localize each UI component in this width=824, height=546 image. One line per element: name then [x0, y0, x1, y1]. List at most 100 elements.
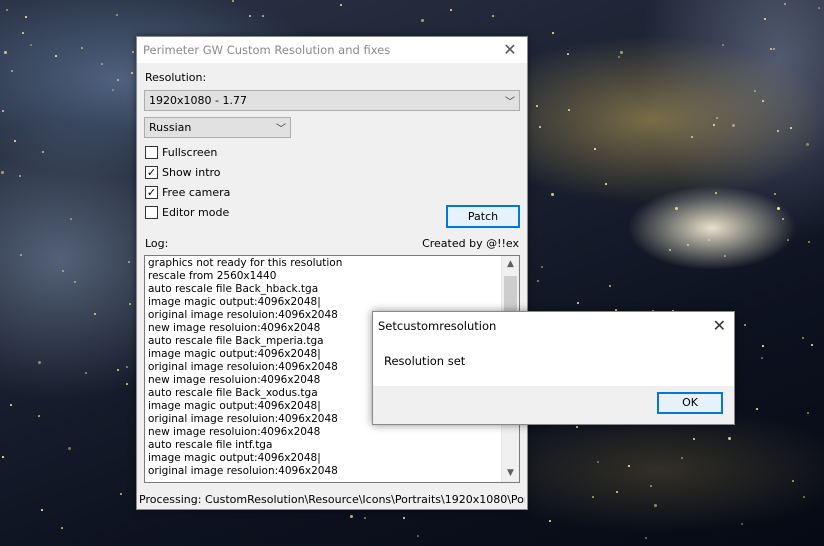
- star: [112, 89, 114, 91]
- star: [128, 261, 130, 263]
- star: [81, 47, 83, 49]
- star: [728, 437, 731, 440]
- credit-label: Created by @!!ex: [422, 237, 519, 250]
- star: [609, 285, 611, 287]
- star: [549, 520, 551, 522]
- star: [94, 313, 96, 315]
- star: [687, 244, 689, 246]
- checkmark-icon[interactable]: ✓: [145, 165, 158, 179]
- checkmark-icon[interactable]: ✓: [145, 185, 158, 199]
- star: [74, 281, 76, 283]
- star: [681, 457, 683, 459]
- patch-button[interactable]: Patch: [446, 205, 520, 228]
- star: [61, 527, 63, 529]
- star: [691, 136, 693, 138]
- star: [654, 504, 657, 507]
- log-line: image magic output:4096x2048|: [148, 452, 321, 464]
- star: [770, 48, 772, 50]
- star: [541, 266, 543, 268]
- resolution-label: Resolution:: [145, 71, 207, 84]
- star: [6, 9, 8, 11]
- star: [806, 143, 809, 146]
- star: [784, 3, 786, 5]
- star: [762, 100, 764, 102]
- star: [741, 523, 743, 525]
- star: [116, 14, 118, 16]
- star: [645, 537, 647, 539]
- star: [117, 369, 119, 371]
- editor-mode-checkbox[interactable]: Editor mode: [145, 205, 229, 219]
- star: [708, 239, 710, 241]
- star: [782, 218, 784, 220]
- star: [1, 171, 4, 174]
- star: [20, 254, 22, 256]
- star: [592, 496, 594, 498]
- star: [675, 207, 678, 210]
- star: [536, 105, 538, 107]
- star: [126, 383, 128, 385]
- close-icon[interactable]: ✕: [499, 39, 521, 61]
- star: [616, 491, 618, 493]
- dialog-title: Setcustomresolution: [378, 319, 497, 333]
- star: [803, 496, 805, 498]
- close-icon[interactable]: ✕: [713, 316, 726, 335]
- star: [762, 345, 764, 347]
- star: [62, 270, 64, 272]
- star: [628, 465, 630, 467]
- star: [818, 7, 820, 9]
- star: [808, 241, 810, 243]
- star: [120, 493, 122, 495]
- resolution-select[interactable]: 1920x1080 - 1.77 ﹀: [144, 90, 520, 111]
- log-label: Log:: [145, 237, 169, 250]
- star: [576, 426, 578, 428]
- star: [417, 535, 419, 537]
- checkbox-box[interactable]: [145, 205, 158, 219]
- star: [774, 193, 776, 195]
- star: [539, 126, 541, 128]
- resolution-value: 1920x1080 - 1.77: [149, 94, 247, 107]
- scroll-up-icon[interactable]: ▲: [502, 256, 519, 273]
- star: [618, 56, 620, 58]
- star: [811, 344, 813, 346]
- star: [761, 357, 763, 359]
- star: [597, 461, 599, 463]
- star: [11, 70, 13, 72]
- log-line: new image resoluion:4096x2048: [148, 426, 321, 438]
- star: [340, 4, 342, 6]
- star: [132, 51, 134, 53]
- star: [744, 324, 746, 326]
- checkbox-label: Free camera: [162, 185, 231, 199]
- scroll-thumb[interactable]: [504, 276, 517, 312]
- star: [249, 15, 251, 17]
- star: [350, 515, 353, 518]
- scroll-down-icon[interactable]: ▼: [502, 465, 519, 482]
- checkbox-label: Show intro: [162, 165, 221, 179]
- star: [693, 438, 695, 440]
- star: [131, 72, 133, 74]
- star: [568, 109, 570, 111]
- star: [25, 16, 27, 18]
- language-select[interactable]: Russian ﹀: [144, 117, 291, 138]
- title-bar[interactable]: Perimeter GW Custom Resolution and fixes…: [137, 37, 527, 63]
- checkbox-label: Editor mode: [162, 205, 230, 219]
- star: [4, 51, 7, 54]
- star: [792, 480, 794, 482]
- star: [722, 44, 724, 46]
- star: [802, 337, 804, 339]
- star: [10, 404, 12, 406]
- star: [537, 280, 539, 282]
- checkbox-box[interactable]: [145, 145, 158, 159]
- star: [552, 32, 554, 34]
- star: [55, 55, 57, 57]
- free-camera-checkbox[interactable]: ✓ Free camera: [145, 185, 230, 199]
- star: [364, 517, 366, 519]
- star: [38, 415, 40, 417]
- show-intro-checkbox[interactable]: ✓ Show intro: [145, 165, 221, 179]
- star: [754, 90, 756, 92]
- star: [669, 249, 671, 251]
- checkbox-label: Fullscreen: [162, 145, 218, 159]
- fullscreen-checkbox[interactable]: Fullscreen: [145, 145, 217, 159]
- ok-button[interactable]: OK: [657, 392, 723, 414]
- star: [68, 447, 71, 450]
- star: [650, 485, 652, 487]
